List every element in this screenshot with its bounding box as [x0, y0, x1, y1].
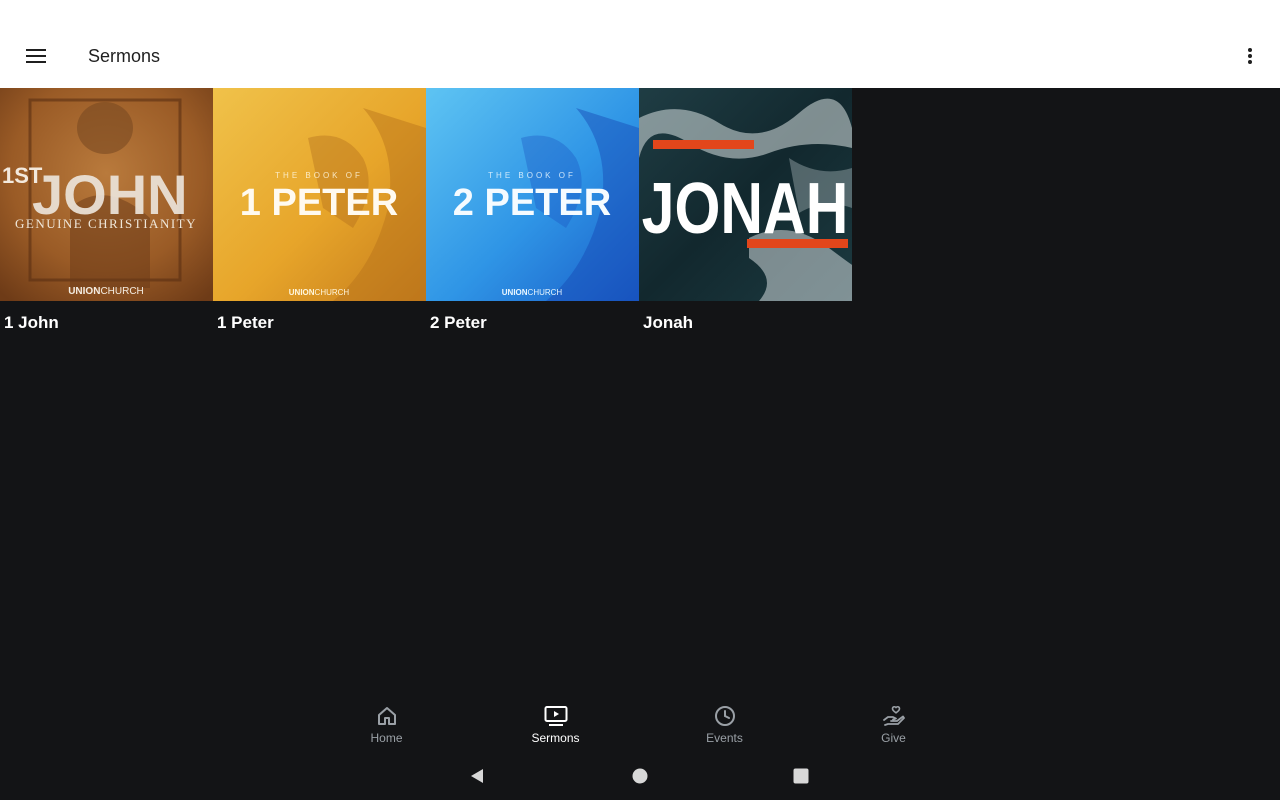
nav-label-sermons: Sermons: [531, 731, 580, 745]
art-brand-bold: UNION: [68, 286, 100, 297]
series-title: Jonah: [643, 313, 694, 332]
nav-label-give: Give: [881, 731, 906, 745]
art-main: 2 PETER: [453, 182, 611, 224]
svg-text:UNIONCHURCH: UNIONCHURCH: [68, 286, 144, 297]
nav-item-events[interactable]: Events: [640, 700, 809, 756]
series-title: 1 John: [4, 313, 59, 332]
art-kicker: THE BOOK OF: [275, 171, 363, 180]
bottom-navigation: Home Sermons Events Give: [302, 700, 978, 756]
system-recents-button[interactable]: [793, 768, 809, 789]
sermon-series-grid: 1ST JOHN GENUINE CHRISTIANITY UNIONCHURC…: [0, 88, 852, 333]
app-bar: Sermons: [0, 0, 1280, 88]
svg-text:UNIONCHURCH: UNIONCHURCH: [502, 288, 563, 297]
back-icon: [471, 769, 483, 783]
series-card-1-john[interactable]: 1ST JOHN GENUINE CHRISTIANITY UNIONCHURC…: [0, 88, 213, 333]
series-artwork: THE BOOK OF 1 PETER UNIONCHURCH: [213, 88, 426, 301]
series-card-1-peter[interactable]: THE BOOK OF 1 PETER UNIONCHURCH 1 Peter: [213, 88, 426, 333]
page-title: Sermons: [88, 46, 161, 66]
recents-icon: [793, 768, 809, 784]
series-artwork: 1ST JOHN GENUINE CHRISTIANITY UNIONCHURC…: [0, 88, 213, 301]
hand-heart-icon: [882, 704, 906, 728]
video-library-icon: [544, 704, 568, 728]
series-artwork: JONAH: [639, 88, 852, 301]
art-brand-light: CHURCH: [528, 288, 563, 297]
system-home-button[interactable]: [632, 768, 648, 789]
system-navigation-bar: [0, 756, 1280, 800]
art-brand-bold: UNION: [502, 288, 528, 297]
hamburger-menu-icon: [26, 49, 46, 63]
art-brand-light: CHURCH: [100, 286, 143, 297]
home-circle-icon: [632, 768, 648, 784]
art-brand-bold: UNION: [289, 288, 315, 297]
nav-item-give[interactable]: Give: [809, 700, 978, 756]
series-card-2-peter[interactable]: THE BOOK OF 2 PETER UNIONCHURCH 2 Peter: [426, 88, 639, 333]
nav-label-events: Events: [706, 731, 743, 745]
art-subtitle: GENUINE CHRISTIANITY: [15, 216, 197, 231]
nav-item-home[interactable]: Home: [302, 700, 471, 756]
home-icon: [376, 704, 398, 728]
system-back-button[interactable]: [468, 767, 486, 790]
series-artwork: THE BOOK OF 2 PETER UNIONCHURCH: [426, 88, 639, 301]
nav-item-sermons[interactable]: Sermons: [471, 700, 640, 756]
overflow-menu-button[interactable]: [1236, 40, 1264, 72]
series-card-jonah[interactable]: JONAH Jonah: [639, 88, 852, 333]
svg-text:UNIONCHURCH: UNIONCHURCH: [289, 288, 350, 297]
art-main: 1 PETER: [240, 182, 398, 224]
series-title: 2 Peter: [430, 313, 487, 332]
nav-label-home: Home: [370, 731, 403, 745]
more-vert-icon: [1248, 48, 1252, 64]
menu-button[interactable]: [20, 40, 52, 72]
clock-icon: [714, 704, 736, 728]
art-main: JONAH: [642, 167, 849, 248]
art-brand-light: CHURCH: [315, 288, 350, 297]
art-kicker: THE BOOK OF: [488, 171, 576, 180]
series-title: 1 Peter: [217, 313, 274, 332]
